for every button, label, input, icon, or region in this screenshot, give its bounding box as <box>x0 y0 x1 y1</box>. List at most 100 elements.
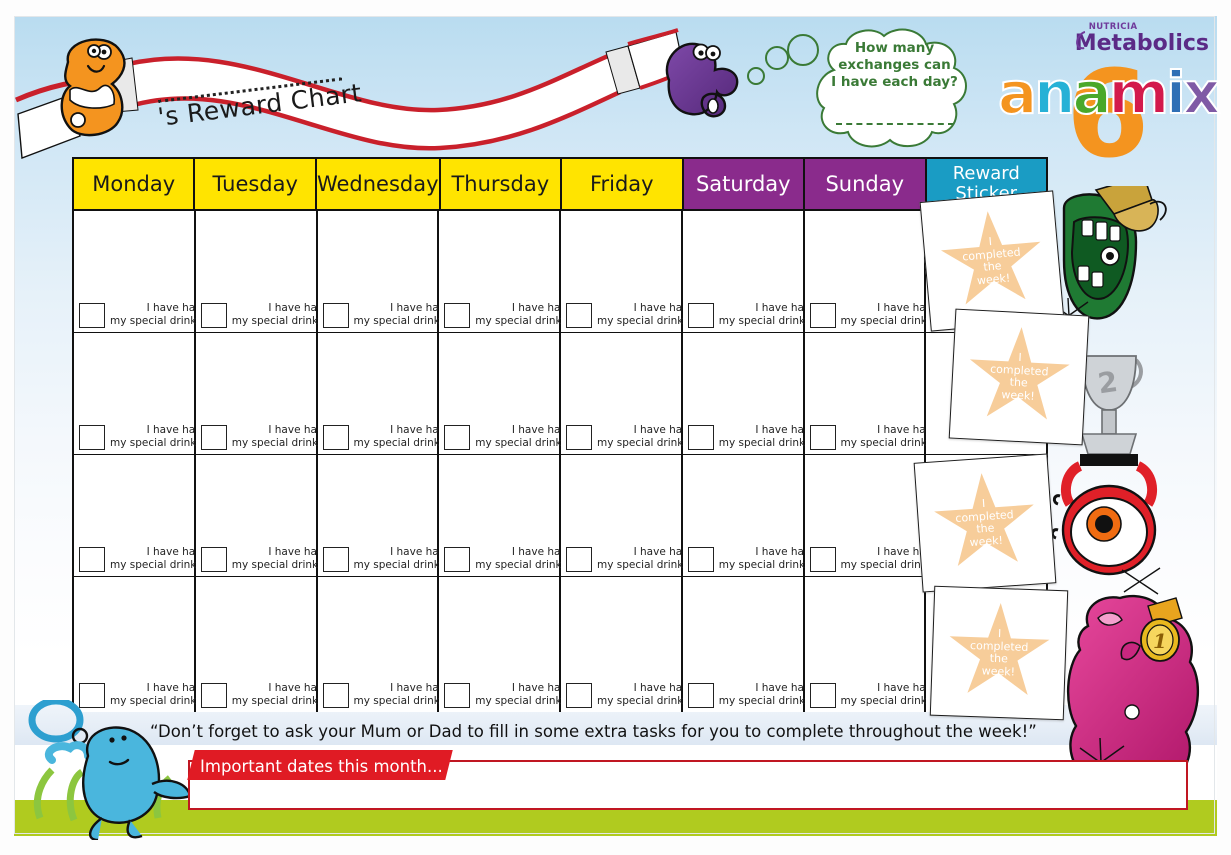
calendar-header-sunday: Sunday <box>805 159 927 211</box>
calendar-header-row: Monday Tuesday Wednesday Thursday Friday Satu… <box>74 159 1046 211</box>
task-label: I have had my special drinks <box>597 546 689 571</box>
task-row: I have had my special drinks <box>322 424 445 450</box>
task-checkbox[interactable] <box>687 425 714 450</box>
calendar-cell[interactable]: I have had my special drinks <box>195 211 324 333</box>
calendar-cell[interactable]: I have had my special drinks <box>804 333 932 455</box>
task-checkbox[interactable] <box>79 547 105 572</box>
task-checkbox[interactable] <box>566 303 592 328</box>
calendar-cell[interactable]: I have had my special drinks <box>561 577 689 712</box>
reward-sticker-card[interactable]: I completed the week! <box>929 585 1069 721</box>
task-row: I have had my special drinks <box>687 302 811 328</box>
task-checkbox[interactable] <box>79 683 105 708</box>
calendar-cell[interactable]: I have had my special drinks <box>439 211 567 333</box>
task-checkbox[interactable] <box>444 303 471 328</box>
task-checkbox[interactable] <box>322 425 349 450</box>
calendar-cell[interactable]: I have had my special drinks <box>682 455 811 577</box>
task-checkbox[interactable] <box>79 425 105 450</box>
task-checkbox[interactable] <box>566 547 592 572</box>
calendar-cell[interactable]: I have had my special drinks <box>804 577 932 712</box>
task-row: I have had my special drinks <box>79 424 202 450</box>
task-label: I have had my special drinks <box>475 302 568 327</box>
task-checkbox[interactable] <box>444 425 471 450</box>
task-label: I have had my special drinks <box>597 424 689 449</box>
calendar-cell[interactable]: I have had my special drinks <box>682 333 811 455</box>
task-checkbox[interactable] <box>809 547 836 572</box>
task-checkbox[interactable] <box>200 683 227 708</box>
calendar-cell[interactable]: I have had my special drinks <box>804 211 932 333</box>
task-checkbox[interactable] <box>200 547 227 572</box>
task-checkbox[interactable] <box>322 683 349 708</box>
calendar-header-label: Monday <box>92 171 176 196</box>
task-label: I have had my special drinks <box>110 546 202 571</box>
task-label: I have had my special drinks <box>231 424 324 449</box>
task-label: I have had my special drinks <box>110 424 202 449</box>
task-label: I have had my special drinks <box>718 424 811 449</box>
task-label: I have had my special drinks <box>353 302 446 327</box>
task-row: I have had my special drinks <box>687 424 811 450</box>
calendar-cell[interactable]: I have had my special drinks <box>74 455 202 577</box>
footer-quote: “Don’t forget to ask your Mum or Dad to … <box>150 722 1037 741</box>
task-checkbox[interactable] <box>200 425 227 450</box>
task-label: I have had my special drinks <box>353 424 446 449</box>
task-checkbox[interactable] <box>444 547 471 572</box>
calendar-cell[interactable]: I have had my special drinks <box>561 455 689 577</box>
reward-sticker-card[interactable]: I completed the week! <box>913 453 1057 593</box>
calendar-cell[interactable]: I have had my special drinks <box>74 211 202 333</box>
calendar-cell[interactable]: I have had my special drinks <box>317 211 445 333</box>
calendar-cell[interactable]: I have had my special drinks <box>195 577 324 712</box>
task-checkbox[interactable] <box>809 303 836 328</box>
task-checkbox[interactable] <box>687 683 714 708</box>
anamix-letter-x-5: x <box>1182 59 1221 127</box>
calendar-header-friday: Friday <box>562 159 684 211</box>
task-checkbox[interactable] <box>322 303 349 328</box>
task-checkbox[interactable] <box>566 425 592 450</box>
task-label: I have had my special drinks <box>353 546 446 571</box>
calendar-header-label: Tuesday <box>212 171 298 196</box>
calendar-header-label: Saturday <box>695 171 791 196</box>
task-row: I have had my special drinks <box>200 546 324 572</box>
calendar-cell[interactable]: I have had my special drinks <box>74 333 202 455</box>
calendar-cell[interactable]: I have had my special drinks <box>804 455 932 577</box>
calendar-header-monday: Monday <box>74 159 196 211</box>
bubble-answer-blank[interactable] <box>836 123 954 125</box>
reward-sticker-card[interactable]: I completed the week! <box>948 308 1090 446</box>
task-row: I have had my special drinks <box>809 424 932 450</box>
calendar-header-tuesday: Tuesday <box>195 159 317 211</box>
calendar-cell[interactable]: I have had my special drinks <box>682 577 811 712</box>
calendar-cell[interactable]: I have had my special drinks <box>317 333 445 455</box>
calendar-cell[interactable]: I have had my special drinks <box>561 333 689 455</box>
task-row: I have had my special drinks <box>444 302 567 328</box>
task-row: I have had my special drinks <box>809 682 932 708</box>
calendar-cell[interactable]: I have had my special drinks <box>74 577 202 712</box>
task-checkbox[interactable] <box>687 547 714 572</box>
anamix-letter-n-1: n <box>1033 59 1076 127</box>
task-row: I have had my special drinks <box>566 424 689 450</box>
task-checkbox[interactable] <box>687 303 714 328</box>
calendar-cell[interactable]: I have had my special drinks <box>317 455 445 577</box>
task-checkbox[interactable] <box>79 303 105 328</box>
bubble-question: How many exchanges can I have each day? <box>812 40 977 91</box>
calendar-cell[interactable]: I have had my special drinks <box>195 333 324 455</box>
calendar-cell[interactable]: I have had my special drinks <box>195 455 324 577</box>
task-label: I have had my special drinks <box>718 682 811 707</box>
calendar-cell[interactable]: I have had my special drinks <box>439 455 567 577</box>
calendar-cell[interactable]: I have had my special drinks <box>682 211 811 333</box>
task-checkbox[interactable] <box>322 547 349 572</box>
task-checkbox[interactable] <box>566 683 592 708</box>
task-checkbox[interactable] <box>444 683 471 708</box>
calendar-cell[interactable]: I have had my special drinks <box>317 577 445 712</box>
task-row: I have had my special drinks <box>809 302 932 328</box>
calendar-cell[interactable]: I have had my special drinks <box>439 333 567 455</box>
task-row: I have had my special drinks <box>322 302 445 328</box>
question-thought-bubble: How many exchanges can I have each day? <box>812 28 977 153</box>
calendar-cell[interactable]: I have had my special drinks <box>439 577 567 712</box>
task-label: I have had my special drinks <box>231 546 324 571</box>
task-label: I have had my special drinks <box>475 424 568 449</box>
task-checkbox[interactable] <box>809 683 836 708</box>
task-checkbox[interactable] <box>809 425 836 450</box>
task-checkbox[interactable] <box>200 303 227 328</box>
calendar-week-row: I have had my special drinks I have had my … <box>74 455 1046 577</box>
calendar-week-row: I have had my special drinks I have had my … <box>74 577 1046 712</box>
orange-blob-character <box>60 38 126 137</box>
calendar-cell[interactable]: I have had my special drinks <box>561 211 689 333</box>
